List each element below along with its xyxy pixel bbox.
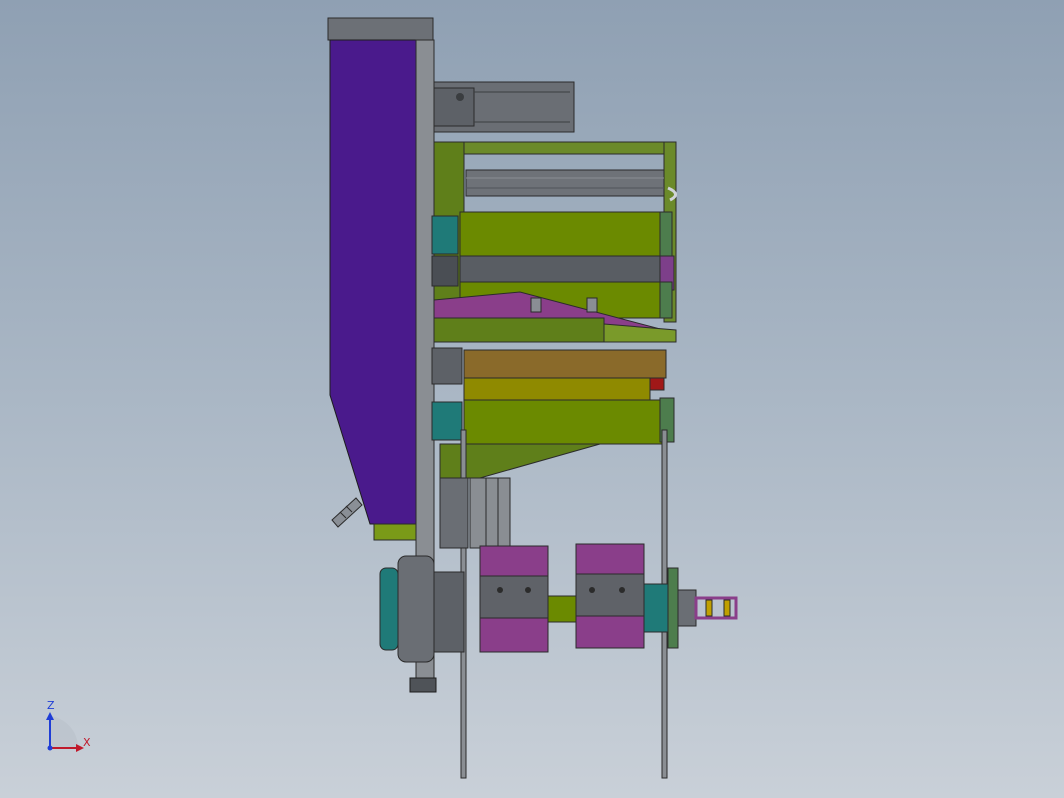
cad-viewport[interactable]: Z X	[0, 0, 1064, 798]
x-axis-label: X	[83, 736, 91, 749]
axis-triad	[46, 712, 84, 752]
coupling-right	[643, 567, 697, 649]
hopper-lid	[327, 17, 434, 41]
roller-6	[431, 397, 675, 445]
bearing-block-1	[479, 545, 549, 653]
hopper-body	[329, 39, 417, 525]
hopper-outlet	[373, 523, 417, 541]
top-cylinder	[433, 81, 575, 133]
pulley-left	[379, 555, 465, 663]
triad-quadrant	[50, 716, 79, 748]
drive-shaft	[547, 595, 577, 623]
foot-block	[409, 677, 437, 693]
roller-1	[431, 211, 673, 257]
fitting-nozzle	[331, 497, 363, 528]
machine-model[interactable]	[0, 0, 1064, 798]
bearing-block-2	[575, 543, 645, 649]
z-axis-label: Z	[47, 699, 55, 712]
roller-5	[463, 377, 651, 401]
guide-rods	[439, 477, 511, 549]
drive-bracket	[694, 596, 738, 620]
upper-gray-shaft	[465, 169, 665, 197]
